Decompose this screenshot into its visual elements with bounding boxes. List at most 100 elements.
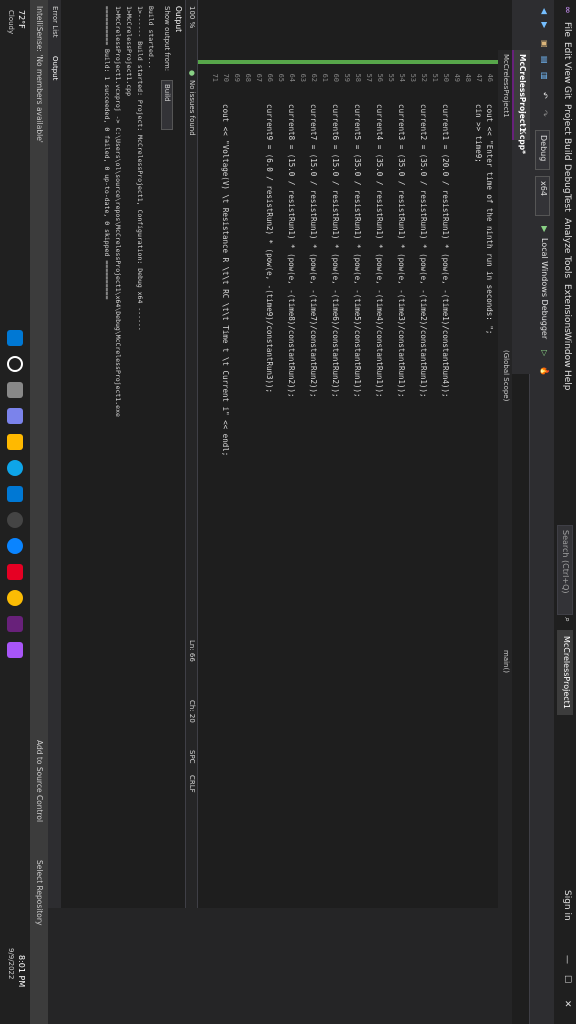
visual-studio-icon[interactable]	[7, 616, 23, 632]
line-ending[interactable]: CRLF	[188, 775, 196, 793]
editor-status-strip: 100 % ● No issues found Ln: 66 Ch: 20 SP…	[185, 0, 198, 908]
line-number: 46	[486, 73, 494, 82]
issues-status[interactable]: No issues found	[188, 80, 196, 136]
start-debug-icon[interactable]: ▶	[540, 226, 549, 232]
code-line[interactable]: current2 = (35.0 / resistRun1) * (pow(e,…	[419, 86, 428, 398]
save-all-icon[interactable]: ▥	[540, 72, 549, 80]
maximize-button[interactable]: ☐	[562, 975, 572, 983]
file-tab[interactable]: McCrelessProject1.cpp* ✕	[512, 50, 530, 154]
scope-dropdown[interactable]: (Global Scope)	[502, 350, 510, 401]
line-number: 59	[343, 73, 351, 82]
clock-date[interactable]: 9/9/2022	[7, 948, 15, 979]
code-line[interactable]: cout << "Voltage(V) \t Resistance R \t\t…	[221, 86, 230, 456]
code-line[interactable]: current5 = (35.0 / resistRun1) * (pow(e,…	[353, 86, 362, 398]
output-line: ========== Build: 1 succeeded, 0 failed,…	[103, 6, 111, 300]
tab-error-list[interactable]: Error List	[51, 6, 59, 38]
hot-reload-icon[interactable]: 🔥	[540, 366, 549, 376]
function-dropdown[interactable]: main()	[502, 650, 510, 673]
menu-file[interactable]: File	[562, 22, 572, 37]
search-taskbar-icon[interactable]	[7, 356, 23, 372]
clock-time[interactable]: 8:01 PM	[17, 955, 26, 987]
code-editor[interactable]: 46 cout << "Enter time of the ninth run …	[198, 60, 498, 908]
task-view-icon[interactable]	[7, 382, 23, 398]
redo-icon[interactable]: ↷	[540, 110, 549, 117]
weather-temp[interactable]: 72°F	[17, 10, 26, 29]
check-icon: ●	[188, 70, 196, 77]
line-number: 50	[442, 73, 450, 82]
output-line: Build started...	[147, 6, 155, 69]
code-line[interactable]: current1 = (20.0 / resistRun1) * (pow(e,…	[441, 86, 450, 398]
zoom-level[interactable]: 100 %	[188, 6, 196, 28]
line-number: Ln: 66	[188, 640, 196, 662]
tab-output[interactable]: Output	[51, 56, 59, 80]
menu-test[interactable]: Test	[562, 194, 572, 212]
line-number: 54	[398, 73, 406, 82]
menu-tools[interactable]: Tools	[562, 256, 572, 278]
new-file-icon[interactable]: ▣	[540, 40, 549, 48]
minimize-button[interactable]: —	[562, 955, 572, 964]
code-line[interactable]: cin >> time9;	[474, 86, 483, 163]
undo-icon[interactable]: ↶	[540, 92, 549, 99]
source-control-button[interactable]: Add to Source Control	[35, 740, 44, 822]
search-icon[interactable]: ⌕	[562, 617, 572, 622]
output-source-dropdown[interactable]: Build	[161, 80, 173, 130]
line-number: 61	[321, 73, 329, 82]
menu-window[interactable]: Window	[562, 332, 572, 368]
weather-desc[interactable]: Cloudy	[7, 10, 15, 34]
code-line[interactable]: current4 = (35.0 / resistRun1) * (pow(e,…	[375, 86, 384, 398]
forward-icon[interactable]: ▶	[540, 22, 549, 28]
line-number: 56	[376, 73, 384, 82]
close-tab-icon[interactable]: ✕	[519, 128, 528, 135]
line-number: 69	[233, 73, 241, 82]
config-dropdown[interactable]: Debug	[535, 130, 550, 170]
code-line[interactable]: cout << "Enter time of the ninth run in …	[485, 86, 494, 334]
menu-project[interactable]: Project	[562, 104, 572, 135]
platform-dropdown[interactable]: x64	[535, 176, 550, 216]
menu-analyze[interactable]: Analyze	[562, 218, 572, 253]
teams-icon[interactable]	[7, 408, 23, 424]
save-icon[interactable]: ▤	[540, 56, 549, 64]
navigation-bar: McCrelessProject1 (Global Scope) main()	[498, 50, 512, 908]
code-line[interactable]: current3 = (35.0 / resistRun1) * (pow(e,…	[397, 86, 406, 398]
app2-icon[interactable]	[7, 538, 23, 554]
output-line: 1>------ Build started: Project: McCrele…	[136, 6, 144, 331]
edge-icon[interactable]	[7, 460, 23, 476]
line-number: 47	[475, 73, 483, 82]
repository-button[interactable]: Select Repository	[35, 860, 44, 925]
line-number: 48	[464, 73, 472, 82]
project-dropdown[interactable]: McCrelessProject1	[502, 54, 510, 118]
code-line[interactable]: current7 = (15.0 / resistRun1) * (pow(e,…	[309, 86, 318, 398]
chrome-icon[interactable]	[7, 590, 23, 606]
app-icon[interactable]	[7, 512, 23, 528]
menu-edit[interactable]: Edit	[562, 42, 572, 59]
menu-build[interactable]: Build	[562, 138, 572, 161]
run-without-debug-icon[interactable]: ▷	[540, 350, 549, 356]
line-number: 60	[332, 73, 340, 82]
output-panel: Output Show output from: Build Build sta…	[47, 0, 186, 908]
app3-icon[interactable]	[7, 564, 23, 580]
file-tab-label: McCrelessProject1.cpp*	[518, 54, 527, 154]
menu-help[interactable]: Help	[562, 370, 572, 391]
menu-debug[interactable]: Debug	[562, 164, 572, 194]
store-icon[interactable]	[7, 486, 23, 502]
back-icon[interactable]: ◀	[540, 8, 549, 14]
menu-view[interactable]: View	[562, 62, 572, 83]
close-button[interactable]: ✕	[562, 1000, 572, 1008]
title-menu-bar: ∞ File Edit View Git Project Build Debug…	[554, 0, 576, 1024]
app4-icon[interactable]	[7, 642, 23, 658]
code-line[interactable]: current8 = (15.0 / resistRun1) * (pow(e,…	[287, 86, 296, 398]
desktop-screen: { "window": { "menu": ["File","Edit","Vi…	[0, 0, 576, 1024]
file-explorer-icon[interactable]	[7, 434, 23, 450]
code-line[interactable]: current6 = (15.0 / resistRun1) * (pow(e,…	[331, 86, 340, 398]
windows-start-icon[interactable]	[7, 330, 23, 346]
debugger-label[interactable]: Local Windows Debugger	[540, 238, 549, 339]
line-number: 55	[387, 73, 395, 82]
line-number: 57	[365, 73, 373, 82]
menu-extensions[interactable]: Extensions	[562, 284, 572, 333]
code-line[interactable]: current9 = (6.0 / resistRun2) * (pow(e, …	[265, 86, 274, 393]
search-input[interactable]: Search (Ctrl+Q)	[557, 525, 573, 615]
sign-in-link[interactable]: Sign in	[562, 890, 572, 921]
line-number: 53	[409, 73, 417, 82]
indent-mode[interactable]: SPC	[188, 750, 196, 764]
menu-git[interactable]: Git	[562, 86, 572, 99]
